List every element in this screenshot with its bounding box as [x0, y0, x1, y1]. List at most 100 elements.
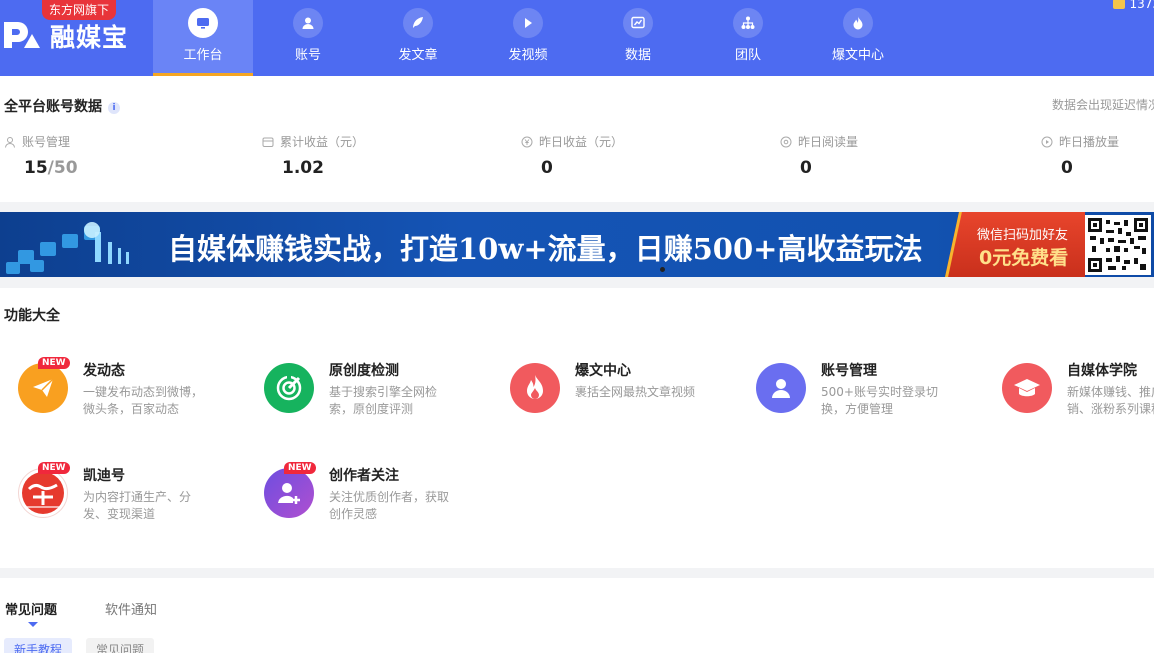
add-user-icon — [264, 468, 314, 518]
stat-value: 0 — [521, 158, 623, 178]
play-circle-icon — [1041, 136, 1053, 147]
flame-icon — [510, 363, 560, 413]
func-originality-check[interactable]: 原创度检测 基于搜索引擎全网检索，原创度评测 — [246, 353, 466, 423]
chart-icon — [623, 8, 653, 38]
func-title: 创作者关注 — [329, 468, 399, 484]
func-account-management[interactable]: 账号管理 500+账号实时登录切换，方便管理 — [738, 353, 958, 423]
user-icon — [293, 8, 323, 38]
top-right-text: 1373 — [1129, 0, 1154, 11]
func-desc: 500+账号实时登录切换，方便管理 — [821, 385, 938, 416]
faq-card: 常见问题 软件通知 新手教程 常见问题 — [0, 578, 1154, 653]
stats-title-text: 全平台账号数据 — [4, 99, 102, 115]
nav-label: 数据 — [624, 48, 651, 63]
main-nav: 工作台 账号 发文章 发视频 数据 团队 爆文中心 — [153, 0, 913, 76]
stat-value-main: 15 — [24, 158, 48, 178]
nav-label: 工作台 — [183, 48, 223, 63]
nav-label: 爆文中心 — [831, 48, 884, 63]
message-icon — [1113, 0, 1126, 9]
logo-mark-icon — [4, 22, 40, 48]
stat-label-text: 昨日播放量 — [1059, 135, 1120, 149]
stat-value: 1.02 — [262, 158, 364, 178]
func-desc: 一键发布动态到微博，微头条，百家动态 — [83, 385, 204, 416]
stat-value: 15/50 — [4, 158, 78, 178]
stats-note: 数据会出现延迟情况 — [1052, 98, 1154, 112]
nav-post-article[interactable]: 发文章 — [363, 0, 473, 76]
info-icon[interactable]: i — [108, 102, 120, 114]
stat-label: 昨日播放量 — [1041, 133, 1119, 150]
graduation-cap-icon — [1002, 363, 1052, 413]
active-tab-indicator — [28, 622, 38, 627]
nav-label: 发文章 — [398, 48, 438, 63]
nav-label: 账号 — [294, 48, 321, 63]
stat-label-text: 累计收益（元） — [280, 135, 365, 149]
chip-beginner-tutorial[interactable]: 新手教程 — [4, 638, 73, 653]
func-title: 发动态 — [83, 363, 125, 379]
cta-line1: 微信扫码加好友 — [977, 228, 1069, 243]
stat-value-sub: /50 — [47, 158, 78, 178]
stat-label: 昨日阅读量 — [780, 133, 858, 150]
func-title: 账号管理 — [821, 363, 877, 379]
tab-faq[interactable]: 常见问题 — [5, 599, 57, 618]
func-creator-follow[interactable]: NEW 创作者关注 关注优质创作者，获取创作灵感 — [246, 458, 466, 528]
func-title: 爆文中心 — [575, 363, 631, 379]
top-right-info[interactable]: 1373 — [1113, 0, 1154, 11]
qr-code — [1085, 215, 1151, 275]
func-kaidi[interactable]: NEW 凯迪号 为内容打通生产、分发、变现渠道 — [0, 458, 220, 528]
new-badge: NEW — [284, 462, 316, 474]
stats-card: 全平台账号数据 i 数据会出现延迟情况 账号管理 15/50 累计收益（元） 1.… — [0, 76, 1154, 202]
nav-hot-articles[interactable]: 爆文中心 — [803, 0, 913, 76]
tab-software-notice[interactable]: 软件通知 — [105, 599, 157, 618]
paper-plane-icon — [18, 363, 68, 413]
new-badge: NEW — [38, 462, 70, 474]
stat-value-main: 0 — [541, 158, 553, 178]
yen-icon — [521, 136, 533, 147]
kaidi-logo-icon — [18, 468, 68, 518]
banner-headline: 自媒体赚钱实战，打造10w+流量，日赚500+高收益玩法 — [168, 232, 923, 266]
nav-team[interactable]: 团队 — [693, 0, 803, 76]
nav-label: 团队 — [734, 48, 761, 63]
func-post-dynamic[interactable]: NEW 发动态 一键发布动态到微博，微头条，百家动态 — [0, 353, 220, 423]
stat-value: 0 — [780, 158, 858, 178]
flame-icon — [843, 8, 873, 38]
play-icon — [513, 8, 543, 38]
func-desc: 为内容打通生产、分发、变现渠道 — [83, 490, 192, 521]
nav-post-video[interactable]: 发视频 — [473, 0, 583, 76]
logo[interactable]: 融媒宝 东方网旗下 — [0, 0, 150, 76]
new-badge: NEW — [38, 357, 70, 369]
nav-account[interactable]: 账号 — [253, 0, 363, 76]
stat-value: 0 — [1041, 158, 1119, 178]
func-desc: 新媒体赚钱、推广营销、涨粉系列课程 — [1067, 385, 1154, 416]
stat-yesterday-reads: 昨日阅读量 0 — [780, 133, 858, 178]
feather-icon — [403, 8, 433, 38]
carousel-dot[interactable] — [660, 267, 665, 272]
banner-cta[interactable]: 微信扫码加好友 0元免费看 — [945, 212, 1085, 277]
func-desc: 裹括全网最热文章视频 — [575, 385, 696, 399]
func-desc: 基于搜索引擎全网检索，原创度评测 — [329, 385, 438, 416]
functions-card: 功能大全 NEW 发动态 一键发布动态到微博，微头条，百家动态 原创度检测 基于… — [0, 288, 1154, 568]
stat-label-text: 昨日阅读量 — [798, 135, 859, 149]
promo-banner[interactable]: 自媒体赚钱实战，打造10w+流量，日赚500+高收益玩法 微信扫码加好友 0元免… — [0, 212, 1154, 277]
logo-badge: 东方网旗下 — [42, 0, 117, 20]
cta-line2: 0元免费看 — [979, 247, 1069, 269]
stat-value-main: 0 — [1061, 158, 1073, 178]
top-header: 融媒宝 东方网旗下 工作台 账号 发文章 发视频 数据 团队 爆文中心 137 — [0, 0, 1154, 76]
data-cubes-illustration — [6, 222, 129, 274]
stat-account[interactable]: 账号管理 15/50 — [4, 133, 78, 178]
functions-title: 功能大全 — [4, 308, 60, 324]
stat-label: 账号管理 — [4, 133, 78, 150]
stat-value-main: 1.02 — [282, 158, 324, 178]
logo-text: 融媒宝 — [50, 23, 129, 52]
wallet-icon — [262, 137, 274, 147]
nav-label: 发视频 — [508, 48, 548, 63]
func-desc: 关注优质创作者，获取创作灵感 — [329, 490, 450, 521]
radar-icon — [264, 363, 314, 413]
stat-value-main: 0 — [800, 158, 812, 178]
team-icon — [733, 8, 763, 38]
func-media-academy[interactable]: 自媒体学院 新媒体赚钱、推广营销、涨粉系列课程 — [984, 353, 1154, 423]
chip-common-questions[interactable]: 常见问题 — [86, 638, 155, 653]
nav-workbench[interactable]: 工作台 — [153, 0, 253, 76]
stat-total-income: 累计收益（元） 1.02 — [262, 133, 364, 178]
nav-data[interactable]: 数据 — [583, 0, 693, 76]
func-hot-articles[interactable]: 爆文中心 裹括全网最热文章视频 — [492, 353, 712, 423]
stat-label: 累计收益（元） — [262, 133, 364, 150]
